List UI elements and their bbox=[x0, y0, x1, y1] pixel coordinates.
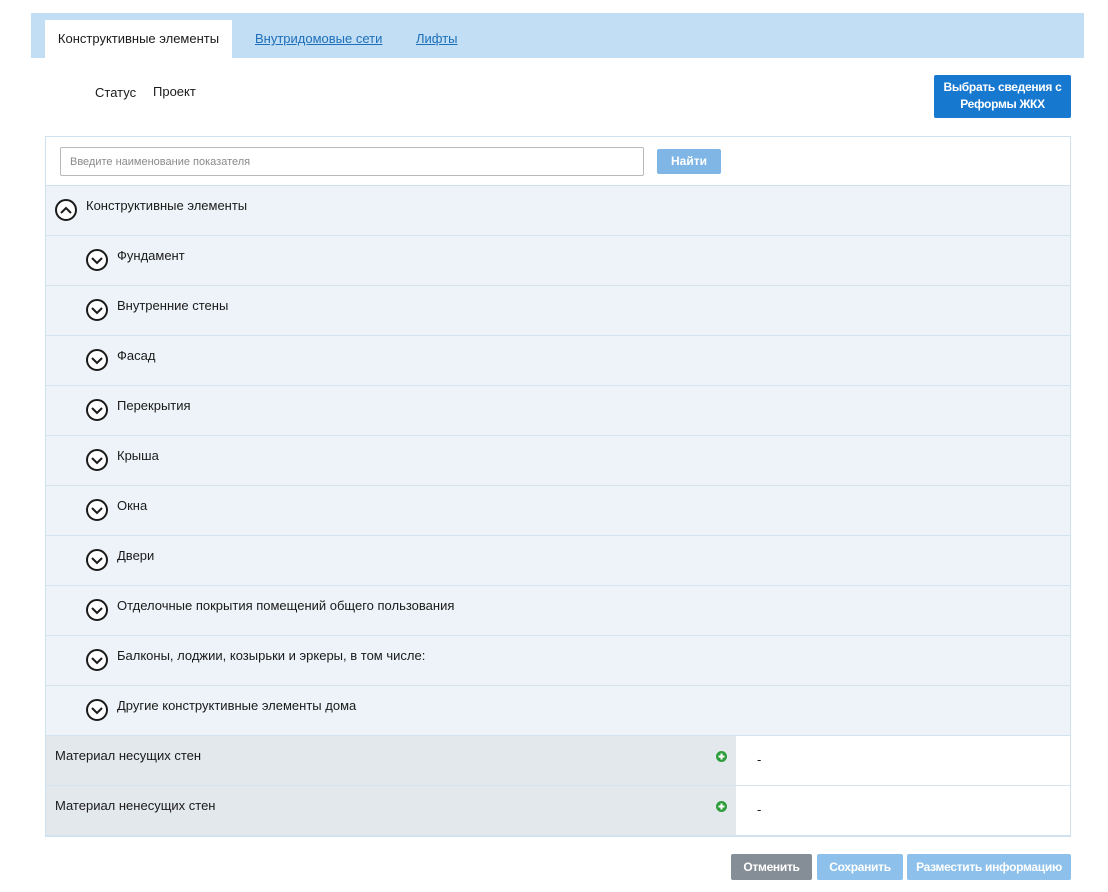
tree-node[interactable]: Перекрытия bbox=[46, 386, 1070, 436]
chevron-down-icon[interactable] bbox=[86, 449, 108, 471]
attribute-value: - bbox=[757, 752, 762, 767]
elements-panel: Найти Конструктивные элементы Фундамент Вн… bbox=[45, 136, 1071, 837]
tree-node-label: Окна bbox=[117, 498, 148, 513]
add-icon[interactable] bbox=[716, 801, 727, 812]
tree-node[interactable]: Отделочные покрытия помещений общего пол… bbox=[46, 586, 1070, 636]
tab-elevators[interactable]: Лифты bbox=[416, 20, 458, 58]
tree-node-root[interactable]: Конструктивные элементы bbox=[46, 186, 1070, 236]
cancel-button[interactable]: Отменить bbox=[731, 854, 812, 880]
tree-node-label: Крыша bbox=[117, 448, 159, 463]
select-button-line2: Реформы ЖКХ bbox=[960, 97, 1045, 111]
tree-node[interactable]: Другие конструктивные элементы дома bbox=[46, 686, 1070, 736]
search-input[interactable] bbox=[60, 147, 644, 176]
table-row: Материал несущих стен - bbox=[46, 736, 1070, 786]
add-icon[interactable] bbox=[716, 751, 727, 762]
chevron-down-icon[interactable] bbox=[86, 349, 108, 371]
attribute-name-cell: Материал ненесущих стен bbox=[46, 786, 736, 835]
status-value: Проект bbox=[153, 84, 196, 99]
search-button[interactable]: Найти bbox=[657, 149, 721, 174]
tab-constructive-elements[interactable]: Конструктивные элементы bbox=[45, 20, 232, 58]
chevron-down-icon[interactable] bbox=[86, 499, 108, 521]
attribute-name: Материал несущих стен bbox=[55, 748, 202, 763]
chevron-down-icon[interactable] bbox=[86, 649, 108, 671]
chevron-down-icon[interactable] bbox=[86, 299, 108, 321]
attribute-name-cell: Материал несущих стен bbox=[46, 736, 736, 785]
tree-node[interactable]: Фундамент bbox=[46, 236, 1070, 286]
chevron-up-icon[interactable] bbox=[55, 199, 77, 221]
tree-node[interactable]: Окна bbox=[46, 486, 1070, 536]
attribute-name: Материал ненесущих стен bbox=[55, 798, 216, 813]
tree-node-label: Конструктивные элементы bbox=[86, 198, 248, 213]
tab-internal-networks[interactable]: Внутридомовые сети bbox=[255, 20, 382, 58]
status-label: Статус bbox=[95, 85, 137, 100]
tree-node-label: Фундамент bbox=[117, 248, 185, 263]
tab-bar: Конструктивные элементы Внутридомовые се… bbox=[31, 13, 1084, 58]
tree-node[interactable]: Фасад bbox=[46, 336, 1070, 386]
search-row: Найти bbox=[46, 137, 1070, 186]
chevron-down-icon[interactable] bbox=[86, 549, 108, 571]
tree-node-label: Отделочные покрытия помещений общего пол… bbox=[117, 598, 455, 613]
attribute-value-cell[interactable]: - bbox=[736, 786, 1070, 835]
tree-node[interactable]: Двери bbox=[46, 536, 1070, 586]
chevron-down-icon[interactable] bbox=[86, 599, 108, 621]
select-button-line1: Выбрать сведения с bbox=[943, 80, 1062, 94]
tree-node-label: Двери bbox=[117, 548, 155, 563]
tree-node-label: Внутренние стены bbox=[117, 298, 229, 313]
tree-node[interactable]: Балконы, лоджии, козырьки и эркеры, в то… bbox=[46, 636, 1070, 686]
attribute-value: - bbox=[757, 802, 762, 817]
tree-node[interactable]: Крыша bbox=[46, 436, 1070, 486]
attribute-value-cell[interactable]: - bbox=[736, 736, 1070, 785]
chevron-down-icon[interactable] bbox=[86, 699, 108, 721]
tree-node-label: Фасад bbox=[117, 348, 156, 363]
publish-button[interactable]: Разместить информацию bbox=[907, 854, 1071, 880]
table-row: Материал ненесущих стен - bbox=[46, 786, 1070, 836]
save-button[interactable]: Сохранить bbox=[817, 854, 903, 880]
chevron-down-icon[interactable] bbox=[86, 249, 108, 271]
tree-node-label: Другие конструктивные элементы дома bbox=[117, 698, 357, 713]
tree-node-label: Перекрытия bbox=[117, 398, 191, 413]
select-reform-data-button[interactable]: Выбрать сведения с Реформы ЖКХ bbox=[934, 75, 1071, 118]
chevron-down-icon[interactable] bbox=[86, 399, 108, 421]
tree-node[interactable]: Внутренние стены bbox=[46, 286, 1070, 336]
tree-node-label: Балконы, лоджии, козырьки и эркеры, в то… bbox=[117, 648, 426, 663]
